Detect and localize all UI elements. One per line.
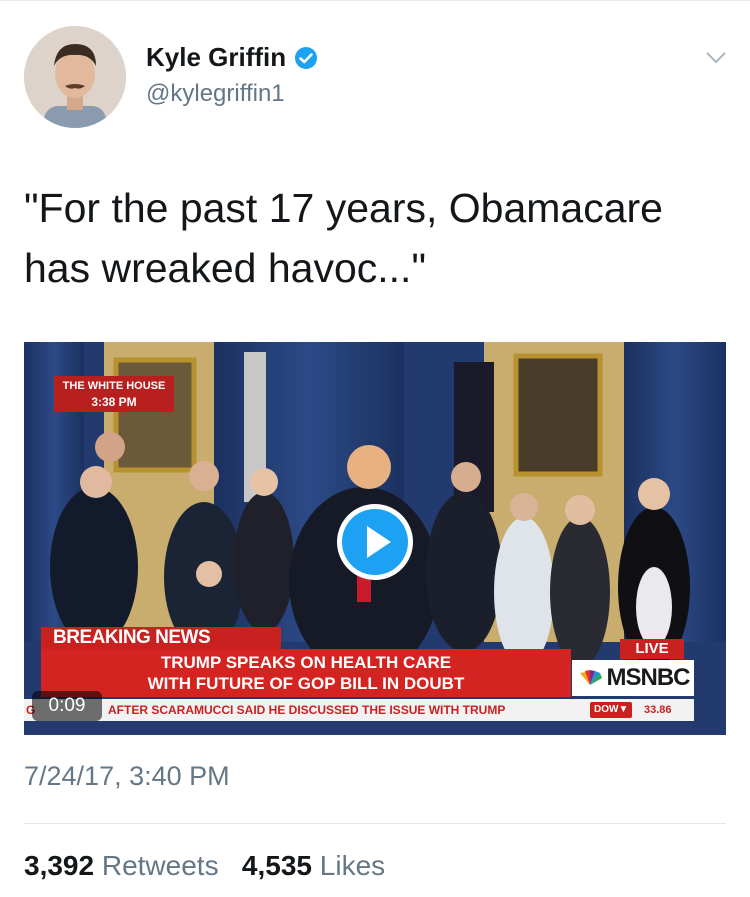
play-icon[interactable] — [335, 502, 415, 582]
verified-badge-icon — [295, 46, 318, 69]
tweet-stats: 3,392 Retweets 4,535 Likes — [24, 850, 385, 882]
likes-stat[interactable]: 4,535 Likes — [242, 850, 385, 881]
retweets-count: 3,392 — [24, 850, 95, 881]
video-duration: 0:09 — [32, 691, 102, 721]
user-handle[interactable]: @kylegriffin1 — [146, 80, 285, 108]
top-border — [0, 0, 750, 1]
chevron-down-icon[interactable] — [704, 48, 728, 66]
news-ticker: G AFTER SCARAMUCCI SAID HE DISCUSSED THE… — [24, 699, 694, 721]
tweet-text-line-1: "For the past 17 years, Obamacare — [24, 185, 663, 231]
retweets-label: Retweets — [101, 850, 219, 881]
breaking-news-label: BREAKING NEWS — [41, 627, 281, 649]
divider — [24, 823, 726, 824]
ticker-text: AFTER SCARAMUCCI SAID HE DISCUSSED THE I… — [108, 703, 506, 717]
avatar-image — [24, 26, 126, 128]
peacock-icon — [579, 670, 602, 685]
location-time: 3:38 PM — [91, 395, 137, 409]
news-headline: TRUMP SPEAKS ON HEALTH CARE WITH FUTURE … — [41, 649, 571, 697]
live-badge: LIVE — [620, 639, 684, 659]
dow-value: 33.86 — [644, 704, 672, 716]
location-bug: THE WHITE HOUSE 3:38 PM — [54, 376, 174, 412]
likes-count: 4,535 — [241, 850, 312, 881]
network-logo: MSNBC — [572, 660, 694, 696]
likes-label: Likes — [319, 850, 386, 881]
user-name[interactable]: Kyle Griffin — [146, 42, 286, 73]
headline-line-2: WITH FUTURE OF GOP BILL IN DOUBT — [147, 674, 465, 693]
dow-label: DOW▼ — [590, 702, 633, 718]
video-player[interactable]: THE WHITE HOUSE 3:38 PM BREAKING NEWS TR… — [24, 342, 726, 735]
headline-line-1: TRUMP SPEAKS ON HEALTH CARE — [160, 653, 452, 672]
user-name-row: Kyle Griffin — [146, 42, 318, 73]
tweet-text-line-2: has wreaked havoc..." — [24, 245, 426, 291]
avatar[interactable] — [24, 26, 126, 128]
location-label: THE WHITE HOUSE — [62, 380, 166, 392]
retweets-stat[interactable]: 3,392 Retweets — [24, 850, 219, 881]
tweet-timestamp[interactable]: 7/24/17, 3:40 PM — [24, 761, 230, 792]
tweet-text: "For the past 17 years, Obamacare has wr… — [24, 178, 724, 298]
network-name: MSNBC — [606, 664, 691, 691]
